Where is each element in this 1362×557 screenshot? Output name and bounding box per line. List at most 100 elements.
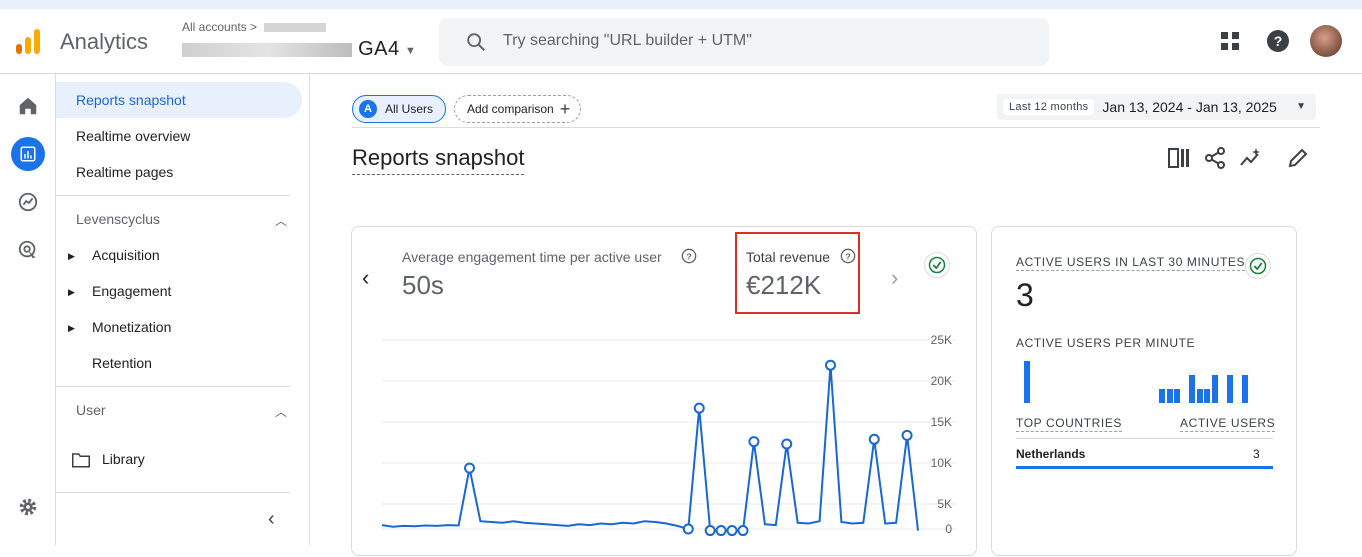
data-quality-check-icon[interactable] (1245, 253, 1271, 279)
revenue-data-point[interactable] (715, 525, 727, 537)
compare-columns-icon[interactable] (1167, 146, 1191, 170)
search-bar[interactable]: Try searching "URL builder + UTM" (439, 18, 1049, 66)
table-divider (1016, 438, 1273, 439)
all-users-chip[interactable]: A All Users (352, 95, 447, 123)
per-minute-bar[interactable] (1196, 389, 1203, 403)
plus-icon: + (559, 98, 571, 119)
country-user-count: 3 (1253, 447, 1260, 461)
segment-badge: A (359, 100, 377, 118)
nav-divider (56, 195, 290, 196)
per-minute-bar[interactable] (1024, 361, 1030, 403)
y-tick-label: 15K (931, 415, 952, 429)
home-icon[interactable] (11, 89, 45, 123)
settings-gear-icon[interactable] (11, 490, 45, 524)
nav-realtime-overview[interactable]: Realtime overview (56, 118, 302, 154)
y-tick-label: 5K (937, 497, 952, 511)
per-minute-bar[interactable] (1166, 389, 1173, 403)
y-tick-label: 0 (945, 522, 952, 536)
property-selector[interactable]: GA4 (182, 38, 400, 61)
property-suffix: GA4 (358, 38, 400, 60)
apps-grid-icon[interactable] (1218, 29, 1242, 53)
reports-icon[interactable] (11, 137, 45, 171)
report-nav: Reports snapshot Realtime overview Realt… (56, 74, 310, 545)
revenue-data-point[interactable] (868, 433, 880, 445)
date-range-picker[interactable]: Last 12 months Jan 13, 2024 - Jan 13, 20… (997, 94, 1316, 120)
active-users-header[interactable]: ACTIVE USERS (1180, 416, 1276, 432)
revenue-data-point[interactable] (682, 523, 694, 535)
caret-down-icon[interactable]: ▼ (405, 45, 416, 57)
date-range-label: Jan 13, 2024 - Jan 13, 2025 (1102, 99, 1277, 115)
header: Analytics All accounts > GA4 ▼ Try searc… (0, 9, 1362, 74)
page-title: Reports snapshot (352, 145, 525, 175)
insights-sparkle-icon[interactable] (1239, 146, 1263, 170)
collapse-chevron-left-icon[interactable]: ‹ (268, 508, 275, 531)
per-minute-bar[interactable] (1174, 389, 1180, 403)
revenue-data-point[interactable] (464, 462, 476, 474)
share-icon[interactable] (1203, 146, 1227, 170)
expand-triangle-icon[interactable]: ▶ (68, 251, 75, 262)
y-tick-label: 10K (931, 456, 952, 470)
revenue-data-point[interactable] (748, 436, 760, 448)
y-tick-label: 20K (931, 374, 952, 388)
help-icon[interactable]: ? (1266, 29, 1290, 53)
date-preset-tag: Last 12 months (1003, 99, 1095, 115)
country-name: Netherlands (1016, 447, 1086, 461)
svg-text:?: ? (1274, 33, 1283, 49)
nav-engagement[interactable]: Engagement (92, 283, 171, 299)
explore-icon[interactable] (11, 185, 45, 219)
per-minute-bar[interactable] (1159, 389, 1165, 403)
nav-monetization[interactable]: Monetization (92, 319, 171, 335)
add-comparison-button[interactable]: Add comparison + (454, 95, 582, 123)
realtime-title[interactable]: ACTIVE USERS IN LAST 30 MINUTES (1016, 255, 1246, 271)
revenue-chart-card: ‹ Average engagement time per active use… (351, 226, 977, 556)
chevron-up-icon[interactable]: ︿ (275, 403, 287, 420)
account-crumb-label: All accounts (182, 20, 247, 34)
toolbar-divider (352, 127, 1320, 128)
search-placeholder: Try searching "URL builder + UTM" (503, 32, 752, 49)
y-tick-label: 25K (931, 333, 952, 347)
top-countries-header[interactable]: TOP COUNTRIES (1016, 416, 1123, 432)
advertising-icon[interactable] (11, 233, 45, 267)
nav-retention[interactable]: Retention (92, 355, 152, 371)
per-minute-bar[interactable] (1189, 375, 1195, 403)
nav-divider (56, 386, 290, 387)
caret-down-icon: ▼ (1296, 101, 1306, 112)
nav-reports-snapshot[interactable]: Reports snapshot (56, 82, 302, 118)
blurred-property-name (182, 42, 352, 57)
revenue-data-point[interactable] (781, 438, 793, 450)
nav-realtime-pages[interactable]: Realtime pages (56, 154, 302, 190)
revenue-data-point[interactable] (726, 525, 738, 537)
revenue-line-chart: 25K 20K 15K 10K 5K 0 (381, 333, 956, 537)
revenue-data-point[interactable] (901, 429, 913, 441)
user-avatar[interactable] (1310, 25, 1342, 57)
revenue-data-point[interactable] (737, 525, 749, 537)
revenue-data-point[interactable] (824, 359, 836, 371)
expand-triangle-icon[interactable]: ▶ (68, 287, 75, 298)
nav-library[interactable]: Library (102, 451, 145, 467)
analytics-logo-icon[interactable] (14, 28, 42, 56)
country-share-bar (1016, 466, 1273, 469)
nav-divider (56, 492, 290, 493)
revenue-data-point[interactable] (704, 525, 716, 537)
chevron-up-icon[interactable]: ︿ (275, 212, 287, 229)
all-users-label: All Users (385, 102, 434, 116)
account-breadcrumb[interactable]: All accounts > (182, 20, 327, 34)
top-strip (0, 0, 1362, 9)
realtime-card: ACTIVE USERS IN LAST 30 MINUTES 3 ACTIVE… (991, 226, 1297, 556)
folder-icon (72, 453, 90, 468)
expand-triangle-icon[interactable]: ▶ (68, 323, 75, 334)
app-title: Analytics (60, 29, 149, 54)
revenue-data-point[interactable] (693, 402, 705, 414)
main-content: A All Users Add comparison + Last 12 mon… (310, 74, 1362, 556)
per-minute-bar[interactable] (1226, 375, 1233, 403)
per-minute-bar[interactable] (1241, 375, 1248, 403)
revenue-series-line (381, 365, 919, 532)
per-minute-bar[interactable] (1211, 375, 1218, 403)
nav-section-user[interactable]: User (76, 402, 106, 418)
per-minute-bar[interactable] (1204, 389, 1210, 403)
left-rail (0, 74, 56, 545)
edit-pencil-icon[interactable] (1286, 146, 1310, 170)
add-comparison-label: Add comparison (467, 102, 554, 116)
nav-section-lifecycle[interactable]: Levenscyclus (76, 211, 160, 227)
nav-acquisition[interactable]: Acquisition (92, 247, 160, 263)
